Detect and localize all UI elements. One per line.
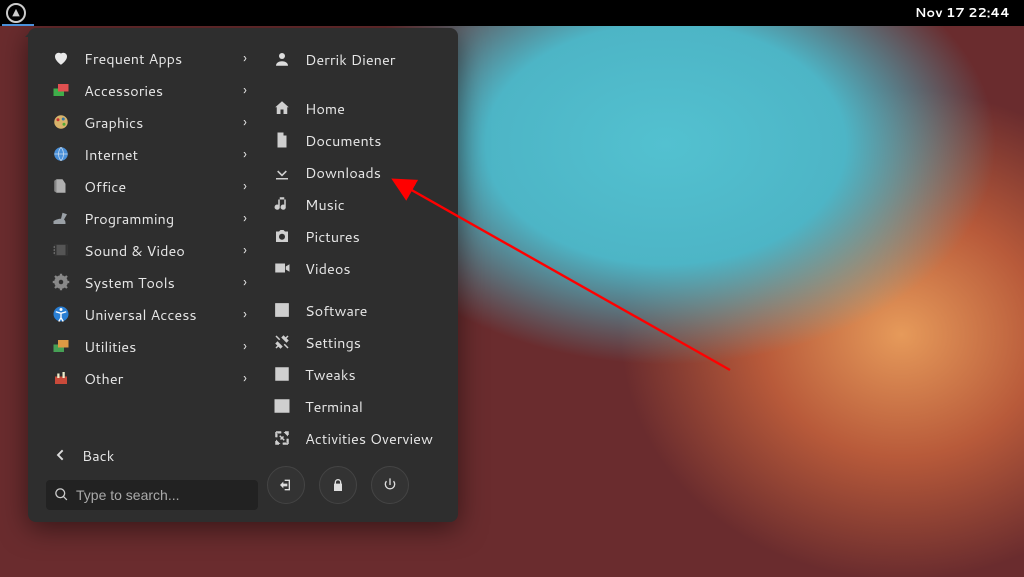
category-label: Internet: [84, 144, 138, 165]
place-label: Videos: [305, 258, 351, 279]
place-videos[interactable]: Videos: [267, 252, 442, 284]
shortcut-label: Software: [305, 300, 367, 321]
chevron-right-icon: ›: [243, 208, 247, 228]
category-graphics[interactable]: Graphics ›: [46, 106, 257, 138]
session-buttons: [267, 466, 442, 510]
category-office[interactable]: Office ›: [46, 170, 257, 202]
internet-icon: [50, 143, 72, 165]
chevron-right-icon: ›: [243, 48, 247, 68]
place-home[interactable]: Home: [267, 92, 442, 124]
system-tools-icon: [50, 271, 72, 293]
shortcut-tweaks[interactable]: Tweaks: [267, 358, 442, 390]
place-downloads[interactable]: Downloads: [267, 156, 442, 188]
graphics-icon: [50, 111, 72, 133]
chevron-left-icon: [52, 447, 68, 463]
back-label: Back: [82, 445, 114, 466]
user-icon: [271, 48, 293, 70]
chevron-right-icon: ›: [243, 144, 247, 164]
lock-button[interactable]: [319, 466, 357, 504]
sound-video-icon: [50, 239, 72, 261]
place-documents[interactable]: Documents: [267, 124, 442, 156]
places-column: Derrik Diener Home Documents Downloads M…: [263, 28, 458, 522]
category-frequent-apps[interactable]: Frequent Apps ›: [46, 42, 257, 74]
category-label: Graphics: [84, 112, 143, 133]
category-label: Other: [84, 368, 123, 389]
place-pictures[interactable]: Pictures: [267, 220, 442, 252]
top-bar: Nov 17 22:44: [0, 0, 1024, 26]
activities-overview-icon: [271, 427, 293, 449]
category-system-tools[interactable]: System Tools ›: [46, 266, 257, 298]
activities-button[interactable]: [0, 3, 26, 23]
application-menu: Frequent Apps › Accessories › Graphics ›…: [28, 28, 458, 522]
pictures-icon: [271, 225, 293, 247]
chevron-right-icon: ›: [243, 240, 247, 260]
place-label: Pictures: [305, 226, 360, 247]
accessories-icon: [50, 79, 72, 101]
downloads-icon: [271, 161, 293, 183]
shortcut-label: Activities Overview: [305, 428, 433, 449]
other-icon: [50, 367, 72, 389]
category-accessories[interactable]: Accessories ›: [46, 74, 257, 106]
documents-icon: [271, 129, 293, 151]
shortcut-software[interactable]: Software: [267, 294, 442, 326]
chevron-right-icon: ›: [243, 176, 247, 196]
shortcut-terminal[interactable]: Terminal: [267, 390, 442, 422]
utilities-icon: [50, 335, 72, 357]
programming-icon: [50, 207, 72, 229]
shortcut-activities-overview[interactable]: Activities Overview: [267, 422, 442, 454]
power-button[interactable]: [371, 466, 409, 504]
category-column: Frequent Apps › Accessories › Graphics ›…: [28, 28, 263, 522]
user-row[interactable]: Derrik Diener: [267, 42, 442, 76]
office-icon: [50, 175, 72, 197]
heart-icon: [50, 47, 72, 69]
activities-icon: [6, 3, 26, 23]
shortcut-settings[interactable]: Settings: [267, 326, 442, 358]
category-label: System Tools: [84, 272, 175, 293]
settings-icon: [271, 331, 293, 353]
category-universal-access[interactable]: Universal Access ›: [46, 298, 257, 330]
place-label: Downloads: [305, 162, 381, 183]
videos-icon: [271, 257, 293, 279]
chevron-right-icon: ›: [243, 112, 247, 132]
category-label: Sound & Video: [84, 240, 185, 261]
category-programming[interactable]: Programming ›: [46, 202, 257, 234]
terminal-icon: [271, 395, 293, 417]
clock[interactable]: Nov 17 22:44: [915, 4, 1024, 22]
place-label: Home: [305, 98, 345, 119]
category-other[interactable]: Other ›: [46, 362, 257, 394]
chevron-right-icon: ›: [243, 272, 247, 292]
category-label: Accessories: [84, 80, 163, 101]
place-music[interactable]: Music: [267, 188, 442, 220]
user-name: Derrik Diener: [305, 49, 395, 70]
category-internet[interactable]: Internet ›: [46, 138, 257, 170]
category-label: Universal Access: [84, 304, 197, 325]
category-sound-video[interactable]: Sound & Video ›: [46, 234, 257, 266]
tweaks-icon: [271, 363, 293, 385]
back-button[interactable]: Back: [46, 438, 257, 472]
search-input[interactable]: [46, 480, 258, 510]
home-icon: [271, 97, 293, 119]
power-icon: [382, 477, 398, 493]
software-icon: [271, 299, 293, 321]
chevron-right-icon: ›: [243, 80, 247, 100]
shortcut-label: Tweaks: [305, 364, 356, 385]
shortcut-label: Terminal: [305, 396, 363, 417]
place-label: Music: [305, 194, 345, 215]
category-utilities[interactable]: Utilities ›: [46, 330, 257, 362]
category-label: Utilities: [84, 336, 136, 357]
place-label: Documents: [305, 130, 381, 151]
music-icon: [271, 193, 293, 215]
chevron-right-icon: ›: [243, 304, 247, 324]
chevron-right-icon: ›: [243, 368, 247, 388]
logout-button[interactable]: [267, 466, 305, 504]
logout-icon: [278, 477, 294, 493]
category-label: Office: [84, 176, 126, 197]
chevron-right-icon: ›: [243, 336, 247, 356]
universal-access-icon: [50, 303, 72, 325]
category-label: Frequent Apps: [84, 48, 182, 69]
shortcut-label: Settings: [305, 332, 361, 353]
search-icon: [54, 487, 69, 502]
category-label: Programming: [84, 208, 174, 229]
lock-icon: [330, 477, 346, 493]
